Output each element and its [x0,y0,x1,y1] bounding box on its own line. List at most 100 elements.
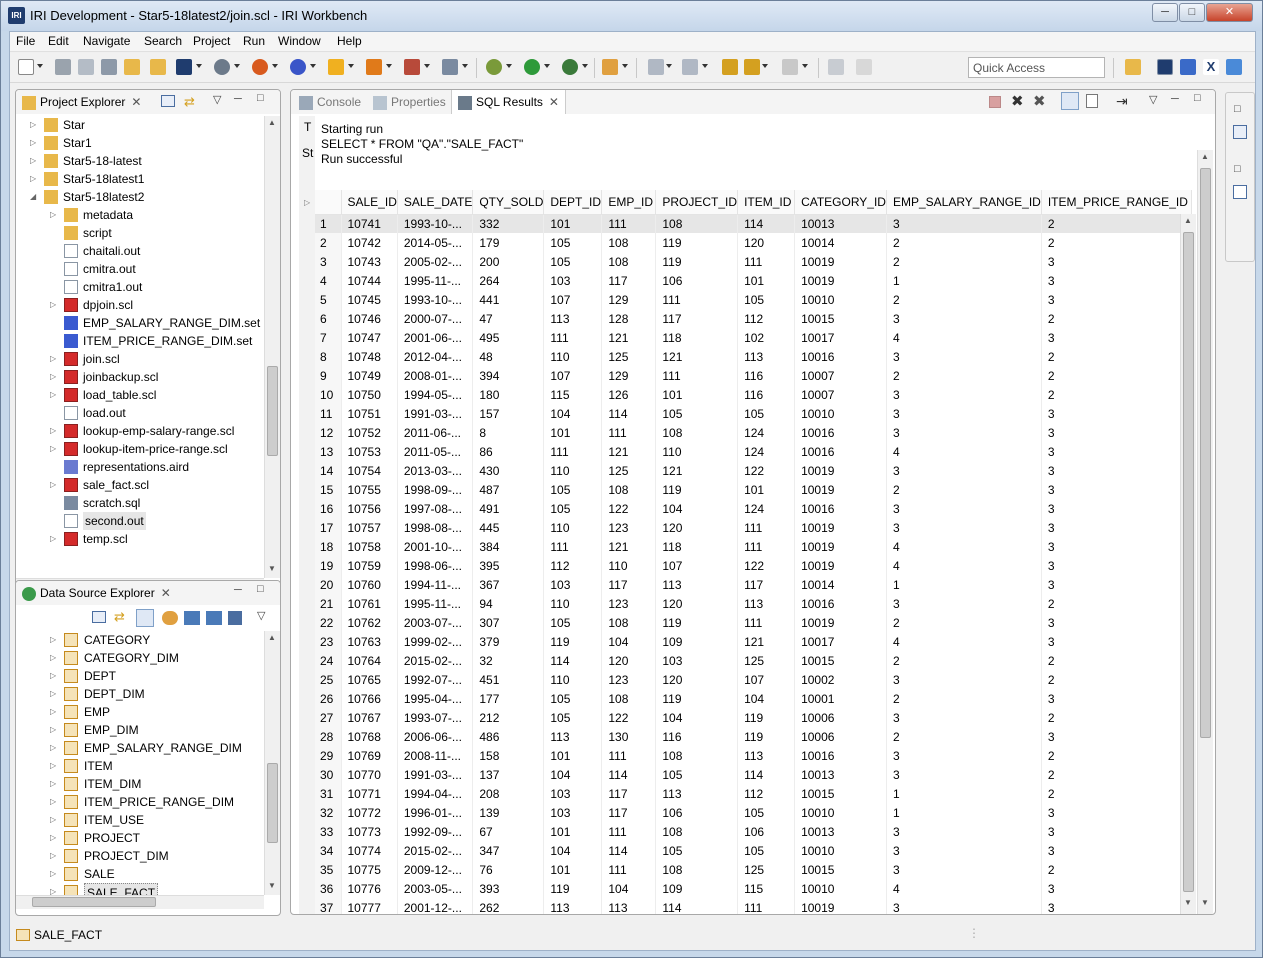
tree-item[interactable]: cmitra.out [16,260,264,278]
table-cell[interactable]: 76 [472,860,545,879]
table-cell[interactable]: 108 [601,613,657,632]
table-cell[interactable]: 10772 [341,803,398,822]
close-window-button[interactable]: ✕ [1206,3,1253,22]
row-number[interactable]: 10 [315,385,342,404]
table-cell[interactable]: 486 [472,727,545,746]
table-cell[interactable]: 107 [543,290,603,309]
table-cell[interactable]: 111 [543,537,603,556]
table-cell[interactable]: 111 [543,328,603,347]
table-row[interactable]: 4 10744 1995-11-... 264 103 117 106 101 10019 1 3 [315,271,1192,290]
minimize-view-icon[interactable]: ─ [1171,93,1179,105]
row-number[interactable]: 9 [315,366,342,385]
row-number[interactable]: 21 [315,594,342,613]
restore-icon[interactable]: □ [1234,103,1241,115]
hscroll-thumb[interactable] [32,897,156,907]
table-cell[interactable]: 3 [1041,879,1192,898]
table-cell[interactable]: 113 [655,575,739,594]
table-cell[interactable]: 104 [737,689,796,708]
expand-arrow-icon[interactable]: ▷ [50,631,58,649]
table-cell[interactable]: 113 [543,309,603,328]
table-cell[interactable]: 94 [472,594,545,613]
menu-search[interactable]: Search [144,34,182,48]
menu-window[interactable]: Window [278,34,321,48]
tools-icon[interactable] [404,59,420,75]
run-icon[interactable] [524,59,540,75]
save-icon[interactable] [55,59,71,75]
table-cell[interactable]: 114 [655,898,739,914]
row-number[interactable]: 19 [315,556,342,575]
column-header[interactable]: ITEM_PRICE_RANGE_ID [1041,190,1192,215]
tree-item[interactable]: load.out [16,404,264,422]
cosort-icon[interactable] [252,59,268,75]
table-cell[interactable]: 119 [655,233,739,252]
table-cell[interactable]: 104 [543,841,603,860]
table-cell[interactable]: 101 [543,822,603,841]
table-cell[interactable]: 10010 [794,404,887,423]
table-row[interactable]: 32 10772 1996-01-... 139 103 117 106 105 10010 1 3 [315,803,1192,822]
table-cell[interactable]: 105 [737,841,796,860]
expand-arrow-icon[interactable]: ▷ [50,206,58,224]
table-cell[interactable]: 10746 [341,309,398,328]
minimize-view-icon[interactable]: ─ [234,93,242,105]
table-cell[interactable]: 10019 [794,898,887,914]
table-cell[interactable]: 103 [543,784,603,803]
row-number[interactable]: 33 [315,822,342,841]
table-cell[interactable]: 101 [655,385,739,404]
table-cell[interactable]: 2 [1041,233,1192,252]
row-number[interactable]: 25 [315,670,342,689]
tree-item[interactable]: cmitra1.out [16,278,264,296]
table-cell[interactable]: 10761 [341,594,398,613]
table-row[interactable]: 33 10773 1992-09-... 67 101 111 108 106 10013 3 3 [315,822,1192,841]
table-cell[interactable]: 111 [601,423,657,442]
row-number[interactable]: 30 [315,765,342,784]
table-cell[interactable]: 10010 [794,879,887,898]
table-cell[interactable]: 116 [655,727,739,746]
row-number[interactable]: 11 [315,404,342,423]
table-cell[interactable]: 10765 [341,670,398,689]
table-cell[interactable]: 120 [655,594,739,613]
table-cell[interactable]: 10755 [341,480,398,499]
table-cell[interactable]: 394 [472,366,545,385]
table-cell[interactable]: 395 [472,556,545,575]
collapse-arrow-icon[interactable]: ◢ [30,188,38,206]
table-cell[interactable]: 119 [543,632,603,651]
table-cell[interactable]: 109 [655,632,739,651]
tree-item[interactable]: ▷ load_table.scl [16,386,264,404]
expand-arrow-icon[interactable]: ▷ [30,170,38,188]
table-row[interactable]: 28 10768 2006-06-... 486 113 130 116 119 10006 2 3 [315,727,1192,746]
table-cell[interactable]: 3 [886,461,1042,480]
table-cell[interactable]: 105 [543,708,603,727]
table-cell[interactable]: 111 [543,442,603,461]
tree-item[interactable]: script [16,224,264,242]
row-number[interactable]: 31 [315,784,342,803]
tree-item[interactable]: ▷ PROJECT [16,829,264,847]
row-number[interactable]: 1 [315,214,342,233]
table-cell[interactable]: 114 [601,841,657,860]
table-cell[interactable]: 104 [543,765,603,784]
menu-file[interactable]: File [16,34,35,48]
tree-item[interactable]: ▷ EMP_DIM [16,721,264,739]
table-cell[interactable]: 112 [543,556,603,575]
table-cell[interactable]: 2005-02-... [397,252,474,271]
table-cell[interactable]: 10019 [794,518,887,537]
table-cell[interactable]: 3 [886,746,1042,765]
table-cell[interactable]: 119 [655,252,739,271]
table-row[interactable]: 25 10765 1992-07-... 451 110 123 120 107 10002 3 2 [315,670,1192,689]
table-cell[interactable]: 2 [886,252,1042,271]
table-row[interactable]: 20 10760 1994-11-... 367 103 117 113 117 10014 1 3 [315,575,1192,594]
table-cell[interactable]: 2 [1041,594,1192,613]
column-header[interactable]: SALE_DATE [397,190,474,215]
table-cell[interactable]: 10015 [794,784,887,803]
table-cell[interactable]: 119 [737,708,796,727]
table-cell[interactable]: 3 [1041,689,1192,708]
table-cell[interactable]: 105 [655,841,739,860]
external-tools-icon[interactable] [562,59,578,75]
table-cell[interactable]: 113 [543,898,603,914]
table-row[interactable]: 9 10749 2008-01-... 394 107 129 111 116 10007 2 2 [315,366,1192,385]
table-row[interactable]: 31 10771 1994-04-... 208 103 117 113 112 10015 1 2 [315,784,1192,803]
table-cell[interactable]: 445 [472,518,545,537]
table-cell[interactable]: 2 [886,727,1042,746]
table-cell[interactable]: 10759 [341,556,398,575]
table-cell[interactable]: 125 [737,651,796,670]
debug-icon[interactable] [486,59,502,75]
